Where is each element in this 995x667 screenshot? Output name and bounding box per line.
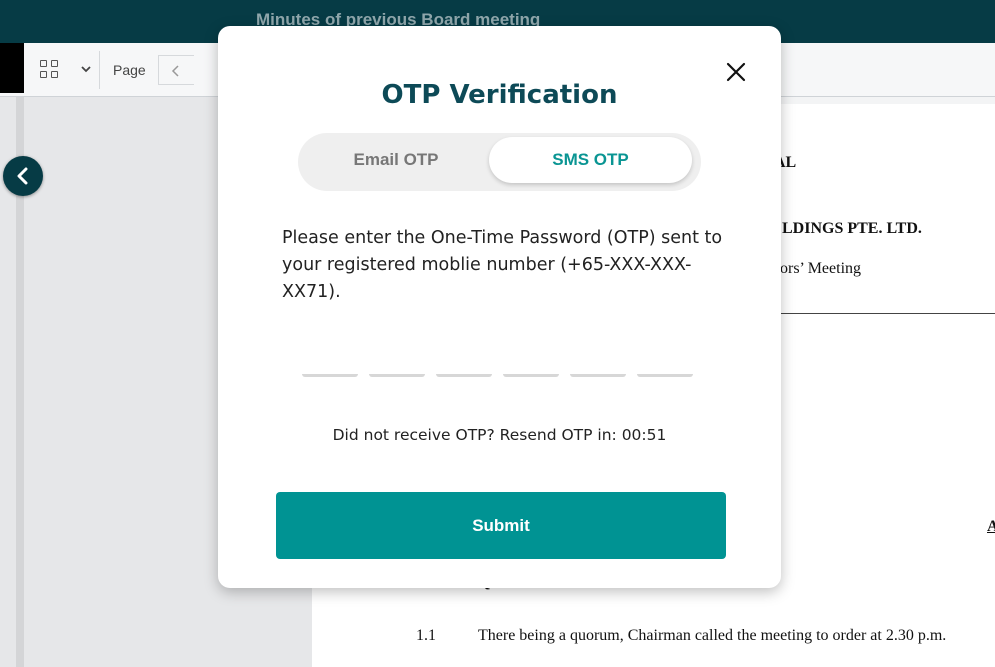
resend-countdown: Did not receive OTP? Resend OTP in: 00:5…	[332, 426, 667, 444]
otp-digit-input[interactable]	[503, 363, 559, 377]
submit-button[interactable]: Submit	[276, 492, 726, 559]
modal-title: OTP Verification	[381, 80, 618, 110]
otp-input-group	[302, 363, 694, 383]
tab-sms-otp[interactable]: SMS OTP	[489, 137, 692, 183]
otp-instruction: Please enter the One-Time Password (OTP)…	[282, 228, 723, 302]
otp-digit-input[interactable]	[637, 363, 693, 377]
otp-digit-input[interactable]	[302, 363, 358, 377]
tab-email-otp[interactable]: Email OTP	[306, 137, 486, 183]
otp-digit-input[interactable]	[369, 363, 425, 377]
otp-digit-input[interactable]	[570, 363, 626, 377]
otp-method-tabs: Email OTP SMS OTP	[298, 133, 701, 191]
otp-modal: OTP Verification Email OTP SMS OTP Pleas…	[218, 26, 781, 588]
otp-digit-input[interactable]	[436, 363, 492, 377]
